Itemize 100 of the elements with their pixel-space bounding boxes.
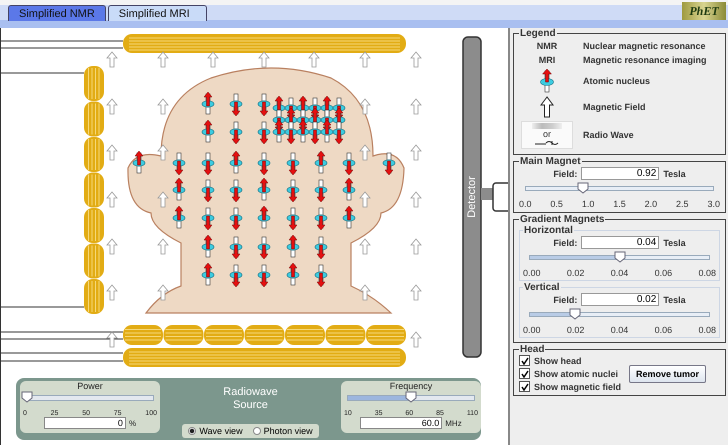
nucleus-icon	[286, 152, 300, 176]
nucleus-icon	[258, 206, 270, 228]
nucleus-icon	[202, 120, 214, 142]
view-radio[interactable]: Photon view	[252, 426, 313, 436]
nucleus-icon	[202, 152, 214, 176]
tick-label: 0.00	[523, 268, 541, 278]
field-arrow-icon	[359, 144, 371, 160]
tick-label: 1.5	[613, 199, 626, 209]
field-arrow-icon	[106, 98, 118, 114]
frequency-field[interactable]: 60.0	[360, 417, 442, 429]
field-arrow-icon	[106, 191, 118, 208]
field-arrow-icon	[410, 191, 422, 208]
detector-label: Detector	[466, 176, 478, 218]
legend-title: Legend	[519, 28, 557, 39]
legend-text: Radio Wave	[583, 130, 634, 140]
field-arrow-icon	[106, 144, 118, 160]
tab[interactable]: Simplified NMR	[8, 5, 106, 21]
subsection-title: Vertical	[523, 282, 561, 293]
unit-label: %	[128, 418, 136, 428]
tab[interactable]: Simplified MRI	[108, 5, 207, 21]
checkbox-option[interactable]: Show head	[519, 355, 622, 366]
power-title: Power	[76, 381, 104, 391]
tick-label: 1.0	[582, 199, 594, 209]
nucleus-icon	[172, 178, 186, 200]
logo: PhET	[682, 2, 726, 20]
nucleus-icon	[540, 68, 554, 94]
slider-thumb[interactable]	[577, 182, 590, 194]
field-input[interactable]: 0.04	[581, 236, 660, 249]
nucleus-icon	[314, 208, 328, 230]
nucleus-icon	[286, 262, 300, 286]
legend-text: Nuclear magnetic resonance	[583, 41, 706, 51]
nucleus-icon	[230, 236, 242, 260]
tick-label: 0.06	[654, 325, 672, 335]
nucleus-icon	[286, 208, 300, 230]
legend-text: Magnetic resonance imaging	[583, 55, 707, 65]
field-label: Field:	[553, 238, 578, 248]
legend-text: Atomic nucleus	[583, 76, 650, 86]
power-field[interactable]: 0	[44, 417, 126, 429]
tick-label: 3.0	[707, 199, 720, 209]
tick-label: 0.04	[610, 268, 628, 278]
field-arrow-icon	[308, 51, 320, 68]
field-arrow-icon	[540, 96, 554, 118]
field-label: Field:	[553, 294, 578, 304]
tick-label: 0.00	[523, 325, 541, 335]
field-arrow-icon	[157, 98, 169, 114]
legend-text: Magnetic Field	[583, 102, 646, 112]
nucleus-icon	[230, 264, 242, 288]
view-radio[interactable]: Wave view	[188, 426, 243, 436]
wave-band-icon	[532, 123, 562, 129]
nucleus-icon	[258, 122, 270, 144]
unit-label: Tesla	[663, 168, 686, 178]
field-label: Field:	[553, 168, 578, 178]
slider-thumb[interactable]	[568, 308, 581, 320]
nucleus-icon	[342, 178, 356, 200]
nucleus-icon	[230, 150, 242, 174]
nucleus-icon	[258, 264, 270, 288]
slider-thumb[interactable]	[405, 391, 417, 403]
nucleus-icon	[284, 122, 298, 144]
nucleus-icon	[230, 94, 242, 116]
tick-label: 0.5	[550, 199, 563, 209]
field-arrow-icon	[157, 144, 169, 160]
field-input[interactable]: 0.02	[581, 293, 660, 306]
radiowave-title: Radiowave Source	[222, 386, 279, 412]
section-title: Head	[519, 344, 546, 355]
nucleus-icon	[202, 262, 214, 286]
nucleus-icon	[272, 120, 286, 142]
nucleus-icon	[258, 178, 270, 200]
nucleus-icon	[230, 180, 242, 202]
nucleus-icon	[230, 208, 242, 230]
tick-label: 0.08	[698, 325, 716, 335]
field-arrow-icon	[106, 331, 118, 348]
field-arrow-icon	[410, 144, 422, 160]
tick-label: 0.02	[566, 325, 584, 335]
field-arrow-icon	[359, 238, 371, 254]
nucleus-icon	[230, 122, 242, 144]
unit-label: MHz	[445, 418, 462, 428]
nucleus-icon	[202, 180, 214, 202]
tick-label: 0.06	[654, 268, 672, 278]
nucleus-icon	[342, 152, 356, 176]
frequency-title: Frequency	[388, 381, 434, 391]
checkbox-option[interactable]: Show magnetic field	[519, 381, 622, 392]
photon-icon	[534, 139, 560, 147]
nucleus-icon	[258, 152, 270, 176]
slider-thumb[interactable]	[614, 251, 626, 263]
nucleus-icon	[382, 152, 396, 176]
field-arrow-icon	[410, 238, 422, 254]
nucleus-icon	[314, 150, 328, 174]
nucleus-icon	[342, 206, 356, 228]
remove-tumor-button[interactable]: Remove tumor	[629, 364, 706, 382]
field-arrow-icon	[410, 284, 422, 300]
tick-label: 0.08	[698, 268, 716, 278]
section-title: Gradient Magnets	[519, 214, 606, 225]
field-arrow-icon	[410, 98, 422, 114]
checkbox-option[interactable]: Show atomic nuclei	[519, 368, 622, 379]
nucleus-icon	[314, 180, 328, 202]
field-input[interactable]: 0.92	[581, 167, 660, 180]
slider-thumb[interactable]	[21, 391, 33, 403]
field-arrow-icon	[207, 51, 219, 68]
unit-label: Tesla	[663, 294, 686, 304]
field-arrow-icon	[258, 51, 270, 68]
